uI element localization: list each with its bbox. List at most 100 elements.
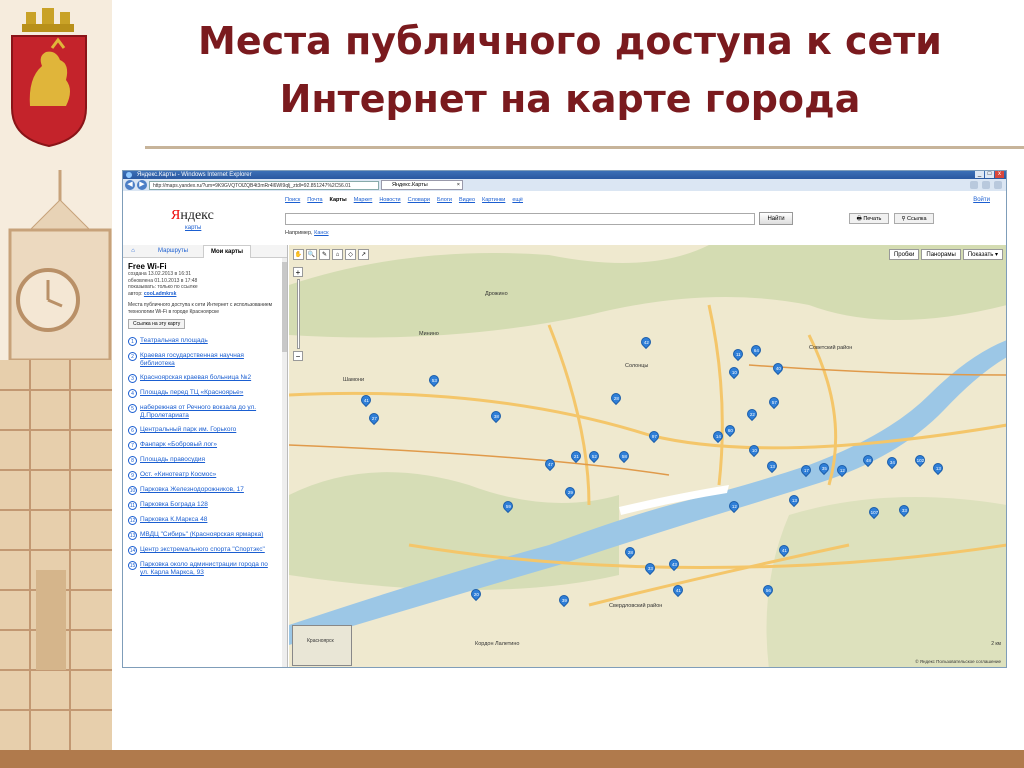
panoramas-button[interactable]: Панорамы	[921, 249, 961, 260]
place-list-item[interactable]: 13 МВДЦ "Сибирь" (Красноярская ярмарка)	[128, 531, 278, 540]
browser-tab[interactable]: Яндекс.Карты ×	[381, 180, 463, 190]
forward-button[interactable]: ▶	[137, 180, 147, 190]
place-list-item[interactable]: 9 Ост. «Кинотеатр Космос»	[128, 471, 278, 480]
place-label[interactable]: Центр экстремального спорта "Спортэкс"	[140, 546, 265, 555]
place-label[interactable]: Парковка Бограда 128	[140, 501, 208, 510]
tab-routes[interactable]: Маршруты	[143, 248, 203, 254]
wifi-pin-number: 33	[901, 507, 907, 513]
place-list-item[interactable]: 4 Площадь перед ТЦ «Красноярье»	[128, 389, 278, 398]
home-icon[interactable]	[970, 181, 978, 189]
place-label-drozhino: Дрожино	[485, 291, 508, 297]
place-number-badge: 10	[128, 486, 137, 495]
wifi-pin-number: 40	[775, 365, 781, 371]
place-label[interactable]: МВДЦ "Сибирь" (Красноярская ярмарка)	[140, 531, 263, 540]
minimize-button[interactable]: _	[975, 171, 984, 178]
login-link[interactable]: Войти	[973, 197, 990, 203]
yandex-logo[interactable]: Яндекс	[171, 208, 214, 224]
place-label[interactable]: Площадь перед ТЦ «Красноярье»	[140, 389, 243, 398]
nav-link-market[interactable]: Маркет	[354, 197, 373, 203]
wifi-pin-number: 102	[916, 457, 925, 463]
panel-scroll-thumb[interactable]	[282, 262, 287, 352]
internet-explorer-icon	[126, 172, 132, 178]
place-list-item[interactable]: 1 Театральная площадь	[128, 337, 278, 346]
place-list-item[interactable]: 2 Краевая государственная научная библиот…	[128, 352, 278, 368]
place-label[interactable]: Парковка около администрации города по у…	[140, 561, 278, 577]
place-label[interactable]: Краевая государственная научная библиоте…	[140, 352, 278, 368]
tools-gear-icon[interactable]	[994, 181, 1002, 189]
wifi-pin-number: 35	[821, 465, 827, 471]
wifi-pin-number: 64	[753, 347, 759, 353]
place-label[interactable]: Фанпарк «Бобровый лог»	[140, 441, 217, 450]
nav-link-blogs[interactable]: Блоги	[437, 197, 452, 203]
nav-link-more[interactable]: ещё	[512, 197, 523, 203]
nav-link-news[interactable]: Новости	[379, 197, 400, 203]
map-canvas[interactable]: ✋ 🔍 ✎ ⌂ ◇ ↗ + − Пробки Панорамы Показать…	[289, 245, 1006, 667]
place-label[interactable]: Театральная площадь	[140, 337, 208, 346]
browser-tab-title: Яндекс.Карты	[392, 182, 428, 188]
zoom-slider[interactable]	[296, 279, 300, 349]
place-list-item[interactable]: 3 Красноярская краевая больница №2	[128, 374, 278, 383]
slide-title-line-2: Интернет на карте города	[279, 77, 861, 121]
place-list-item[interactable]: 10 Парковка Железнодорожников, 17	[128, 486, 278, 495]
route-icon[interactable]: ⌂	[332, 249, 343, 260]
nav-link-dictionaries[interactable]: Словари	[408, 197, 430, 203]
map-link-button[interactable]: Ссылка на эту карту	[128, 319, 186, 329]
shape-icon[interactable]: ◇	[345, 249, 356, 260]
nav-link-maps[interactable]: Карты	[330, 197, 347, 203]
place-list-item[interactable]: 15 Парковка около администрации города по…	[128, 561, 278, 577]
nav-link-video[interactable]: Видео	[459, 197, 475, 203]
wifi-pin-number: 21	[573, 453, 579, 459]
search-example-link[interactable]: Канск	[314, 230, 328, 236]
place-number-badge: 8	[128, 456, 137, 465]
panel-home-icon[interactable]: ⌂	[123, 248, 143, 254]
wifi-pin-number: 53	[431, 377, 437, 383]
place-list-item[interactable]: 11 Парковка Бограда 128	[128, 501, 278, 510]
back-button[interactable]: ◀	[125, 180, 135, 190]
close-window-button[interactable]: x	[995, 171, 1004, 178]
wifi-pin-number: 33	[647, 565, 653, 571]
wifi-pin-number: 41	[781, 547, 787, 553]
zoom-out-button[interactable]: −	[293, 351, 303, 361]
yandex-services-nav: Поиск Почта Карты Маркет Новости Словари…	[285, 197, 523, 203]
map-search-input[interactable]	[285, 213, 755, 225]
arrow-icon[interactable]: ↗	[358, 249, 369, 260]
place-label[interactable]: Центральный парк им. Горького	[140, 426, 236, 435]
panel-scrollbar[interactable]	[282, 258, 287, 667]
place-label[interactable]: Красноярская краевая больница №2	[140, 374, 251, 383]
place-number-badge: 6	[128, 426, 137, 435]
place-list-item[interactable]: 5 набережная от Речного вокзала до ул. Д.…	[128, 404, 278, 420]
tab-close-icon[interactable]: ×	[457, 181, 460, 190]
zoom-in-button[interactable]: +	[293, 267, 303, 277]
find-button[interactable]: Найти	[759, 212, 793, 225]
minimap[interactable]: Красноярск	[292, 625, 352, 666]
place-list-item[interactable]: 14 Центр экстремального спорта "Спортэкс"	[128, 546, 278, 555]
nav-link-search[interactable]: Поиск	[285, 197, 300, 203]
place-list-item[interactable]: 6 Центральный парк им. Горького	[128, 426, 278, 435]
maximize-button[interactable]: □	[985, 171, 994, 178]
pan-hand-icon[interactable]: ✋	[293, 249, 304, 260]
city-coat-of-arms-icon	[11, 8, 87, 148]
place-label[interactable]: набережная от Речного вокзала до ул. Д.П…	[140, 404, 278, 420]
share-link-button[interactable]: ⚲ Ссылка	[894, 213, 934, 224]
place-label[interactable]: Ост. «Кинотеатр Космос»	[140, 471, 216, 480]
author-link[interactable]: cooLadmkrsk	[144, 291, 177, 297]
nav-link-images[interactable]: Картинки	[482, 197, 505, 203]
nav-link-mail[interactable]: Почта	[307, 197, 322, 203]
tab-my-maps[interactable]: Мои карты	[203, 244, 251, 258]
place-list-item[interactable]: 8 Площадь правосудия	[128, 456, 278, 465]
yandex-maps-sublink[interactable]: карты	[185, 225, 201, 231]
place-label[interactable]: Парковка К.Маркса 48	[140, 516, 207, 525]
url-field[interactable]: http://maps.yandex.ru/?um=9K9GVQTOlZQB4t…	[149, 180, 379, 190]
place-list-item[interactable]: 12 Парковка К.Маркса 48	[128, 516, 278, 525]
place-label[interactable]: Площадь правосудия	[140, 456, 205, 465]
place-number-badge: 14	[128, 546, 137, 555]
magnifier-icon[interactable]: 🔍	[306, 249, 317, 260]
place-label-sverdlovsky: Свердловский район	[609, 603, 663, 609]
show-dropdown[interactable]: Показать ▾	[962, 249, 1003, 260]
place-list-item[interactable]: 7 Фанпарк «Бобровый лог»	[128, 441, 278, 450]
ruler-icon[interactable]: ✎	[319, 249, 330, 260]
favorites-icon[interactable]	[982, 181, 990, 189]
traffic-button[interactable]: Пробки	[888, 249, 920, 260]
print-button[interactable]: 🖶 Печать	[849, 213, 889, 224]
place-label[interactable]: Парковка Железнодорожников, 17	[140, 486, 244, 495]
